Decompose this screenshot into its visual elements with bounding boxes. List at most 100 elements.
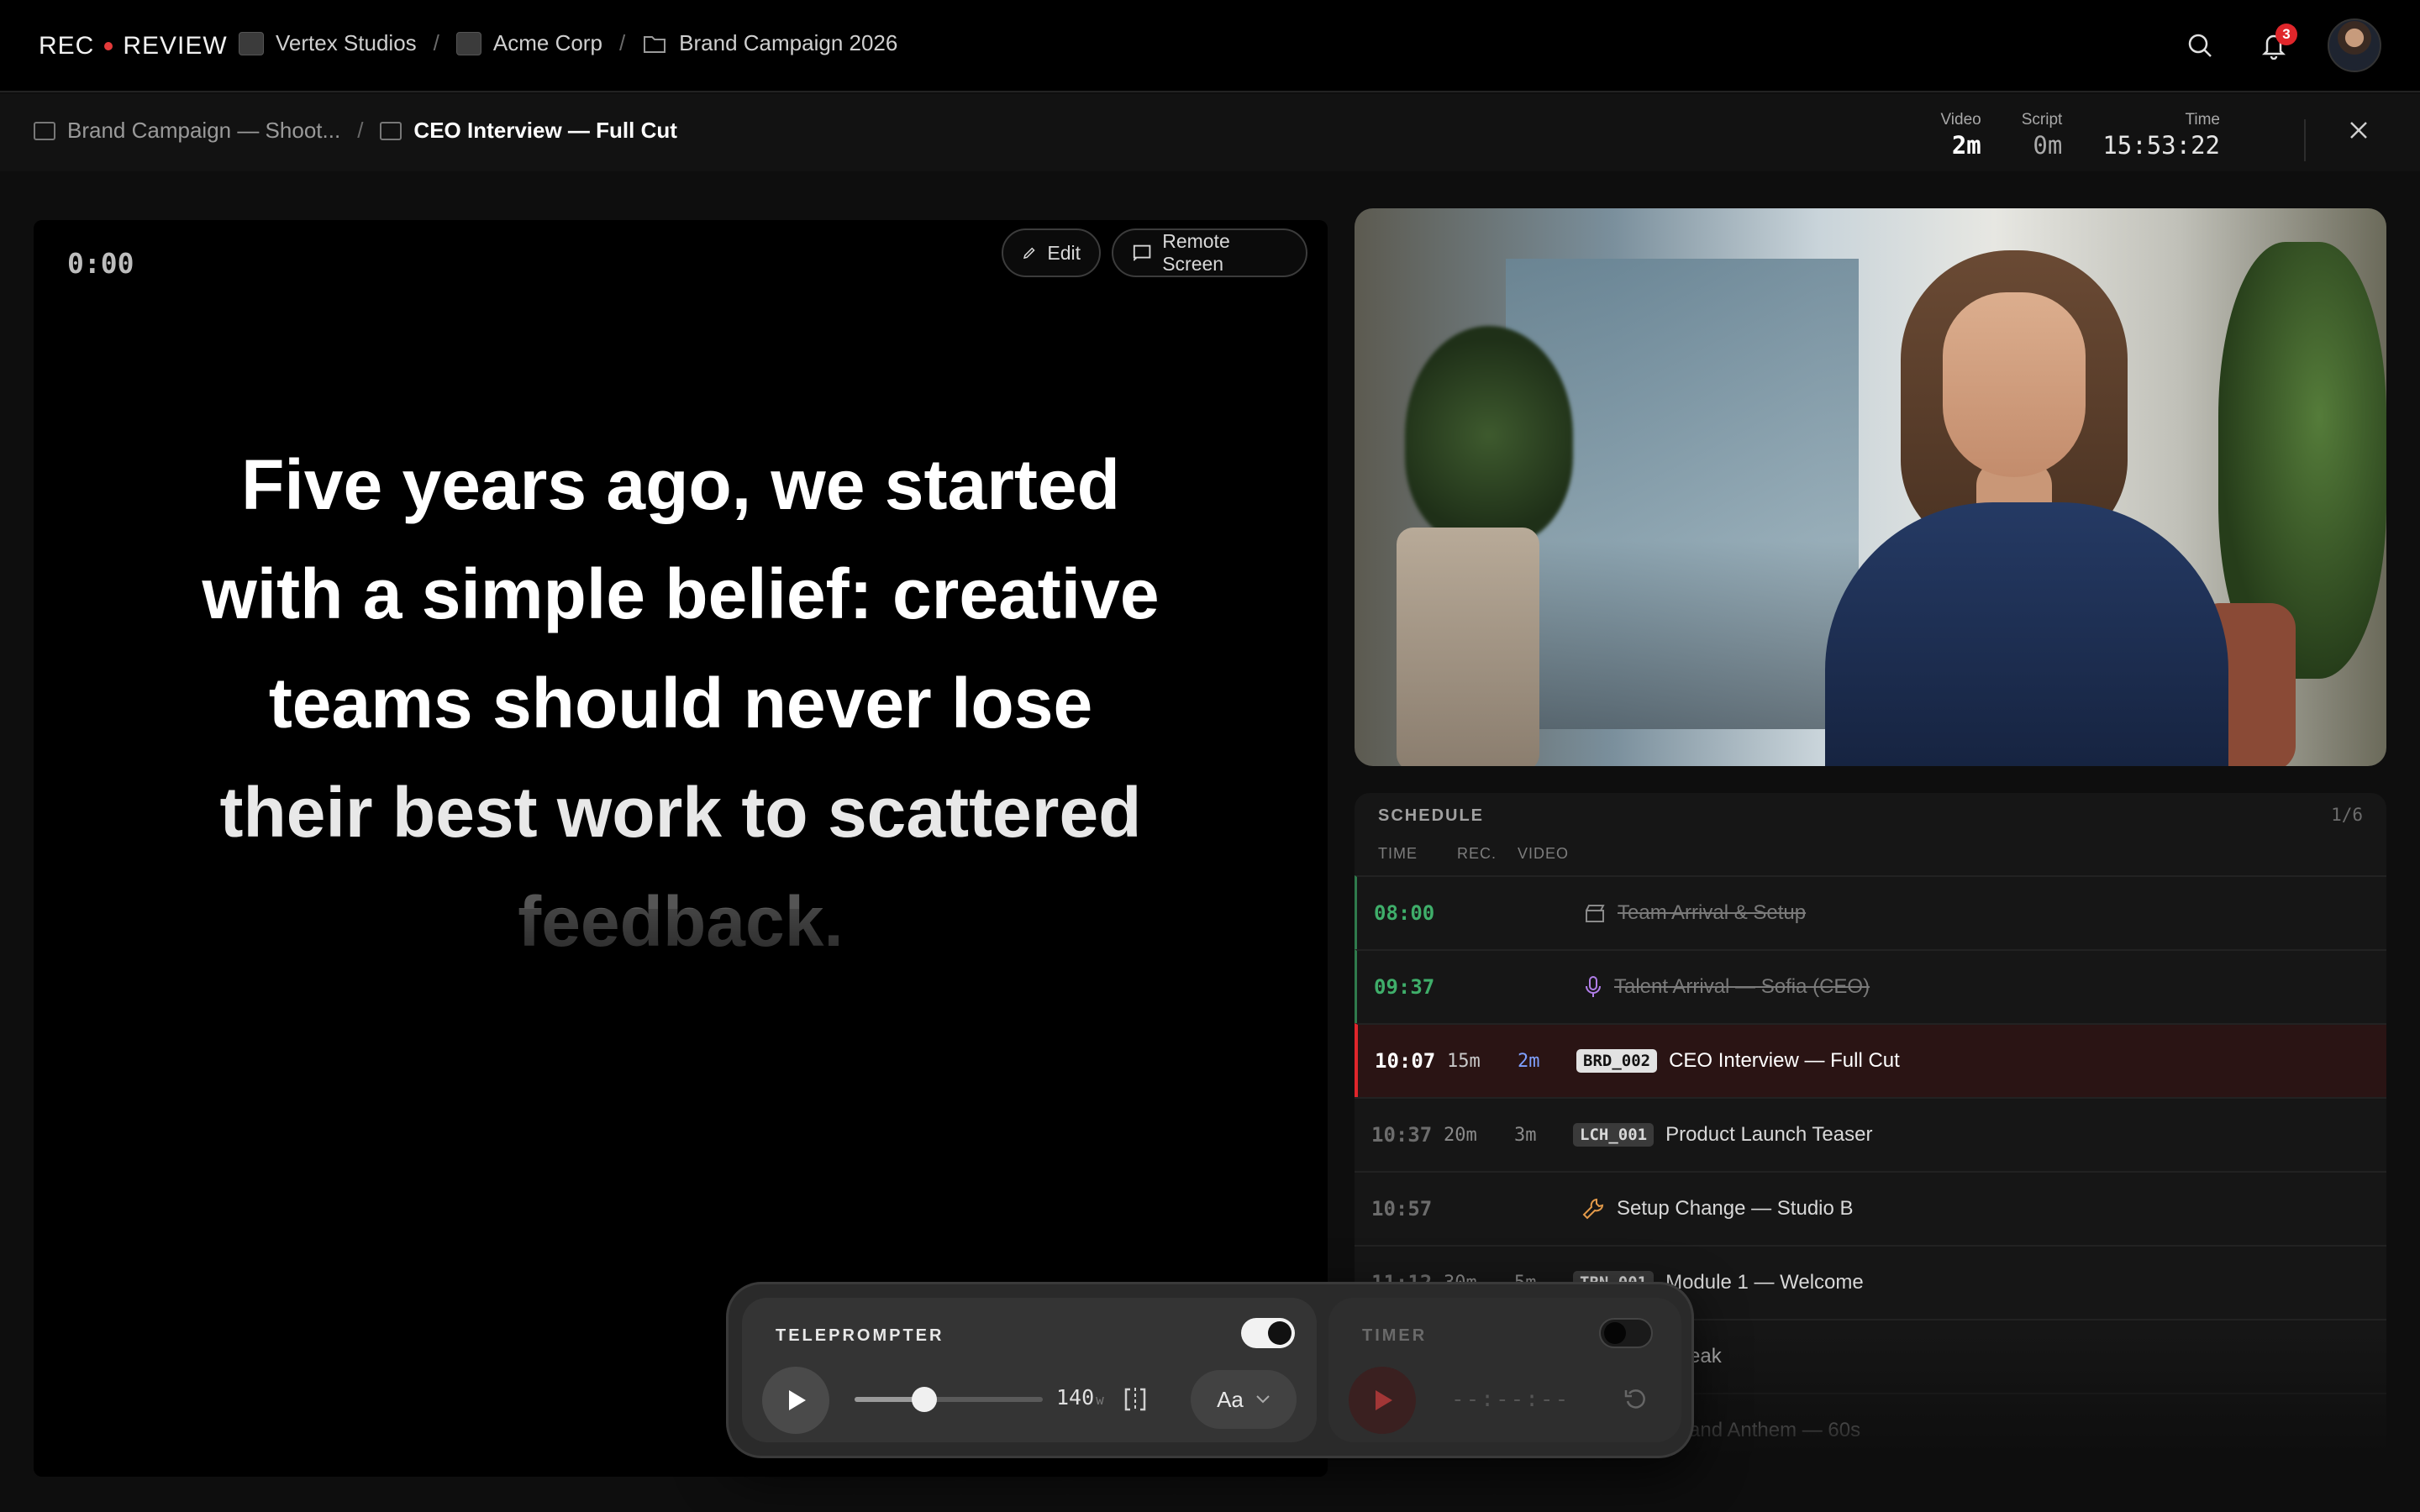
- control-dock: TELEPROMPTER 140 w Aa TIMER --:--:--: [726, 1282, 1694, 1458]
- column-video: VIDEO: [1518, 845, 1570, 862]
- app-logo[interactable]: REC REVIEW: [39, 32, 228, 60]
- schedule-row-time: 08:00: [1374, 901, 1435, 925]
- schedule-row[interactable]: 10:37 20m 3m LCH_001 Product Launch Teaser: [1355, 1097, 2386, 1171]
- schedule-title: SCHEDULE: [1378, 806, 1485, 825]
- schedule-row-time: 10:07: [1375, 1049, 1436, 1073]
- schedule-row-time: 10:37: [1371, 1123, 1433, 1147]
- font-settings-button[interactable]: Aa: [1191, 1370, 1297, 1429]
- close-icon[interactable]: [2346, 118, 2371, 147]
- sub-breadcrumb: Brand Campaign — Shoot... / CEO Intervie…: [34, 118, 677, 144]
- timer-controls: TIMER --:--:--: [1328, 1298, 1681, 1442]
- subject-face: [1943, 292, 2086, 477]
- script-line: teams should never lose: [268, 664, 1093, 743]
- script-text: Five years ago, we started with a simple…: [176, 430, 1185, 976]
- breadcrumb-workspace[interactable]: Vertex Studios: [239, 30, 417, 56]
- subject-body: [1825, 502, 2228, 766]
- page-title: CEO Interview — Full Cut: [413, 118, 677, 143]
- edit-button-label: Edit: [1047, 241, 1081, 264]
- teleprompter-title: TELEPROMPTER: [776, 1326, 944, 1345]
- teleprompter-toggle[interactable]: [1241, 1318, 1295, 1348]
- column-rec: REC.: [1457, 845, 1497, 862]
- top-bar: REC REVIEW Vertex Studios / Acme Corp / …: [0, 0, 2420, 92]
- breadcrumb-separator: /: [357, 118, 364, 143]
- schedule-page-indicator: 1/6: [2331, 805, 2363, 825]
- stat-script-label: Script: [2021, 111, 2063, 129]
- script-line: their best work to scattered: [219, 773, 1142, 852]
- chevron-down-icon: [1256, 1395, 1270, 1404]
- remote-screen-label: Remote Screen: [1162, 230, 1230, 275]
- monitor-icon: [380, 121, 402, 140]
- clapperboard-icon: [34, 121, 55, 140]
- schedule-row[interactable]: 10:07 15m 2m BRD_002 CEO Interview — Full Cu…: [1355, 1023, 2386, 1097]
- stat-video-label: Video: [1940, 111, 1981, 129]
- breadcrumb-project-label: Brand Campaign 2026: [679, 30, 898, 55]
- play-icon: [1376, 1390, 1392, 1410]
- stat-video-value: 2m: [1951, 131, 1981, 160]
- bell-icon[interactable]: 3: [2254, 24, 2297, 66]
- client-icon: [455, 31, 481, 55]
- stat-time-value: 15:53:22: [2102, 131, 2220, 160]
- schedule-row-name: Team Arrival & Setup: [1618, 901, 1807, 924]
- speed-slider[interactable]: [855, 1387, 1043, 1412]
- schedule-row-content: Setup Change — Studio B: [1573, 1197, 1854, 1221]
- schedule-row-name: Talent Arrival — Sofia (CEO): [1614, 975, 1870, 998]
- breadcrumb-project[interactable]: Brand Campaign 2026: [642, 30, 897, 56]
- breadcrumb-client[interactable]: Acme Corp: [455, 30, 602, 56]
- workspace-icon: [239, 31, 264, 55]
- sub-breadcrumb-parent[interactable]: Brand Campaign — Shoot...: [67, 118, 340, 144]
- schedule-row-name: Product Launch Teaser: [1665, 1123, 1873, 1146]
- stat-video: Video 2m: [1940, 111, 1981, 160]
- stat-script: Script 0m: [2022, 111, 2063, 160]
- schedule-row-rec: 15m: [1447, 1050, 1481, 1072]
- speed-slider-knob[interactable]: [911, 1387, 937, 1412]
- timer-start-button[interactable]: [1349, 1367, 1416, 1434]
- search-icon[interactable]: [2180, 25, 2220, 66]
- stat-time-label: Time: [2185, 111, 2220, 129]
- avatar[interactable]: [2328, 18, 2381, 72]
- schedule-row-content: BRD_002 CEO Interview — Full Cut: [1576, 1049, 1900, 1073]
- schedule-row[interactable]: 09:37 Talent Arrival — Sofia (CEO): [1355, 949, 2386, 1023]
- schedule-row-video: 3m: [1514, 1124, 1537, 1146]
- logo-text-rec: REC: [39, 32, 95, 60]
- reset-icon[interactable]: [1623, 1385, 1649, 1416]
- teleprompter-timecode: 0:00: [67, 247, 134, 280]
- script-line: Five years ago, we started: [241, 445, 1120, 524]
- stat-script-value: 0m: [2033, 131, 2063, 160]
- schedule-row-video: 2m: [1518, 1050, 1540, 1072]
- schedule-row[interactable]: 08:00 Team Arrival & Setup: [1355, 875, 2386, 949]
- pencil-icon: [1023, 247, 1035, 260]
- schedule-row-code: BRD_002: [1576, 1049, 1658, 1073]
- speed-value: 140: [1056, 1385, 1095, 1410]
- schedule-row-content: LCH_001 Product Launch Teaser: [1573, 1123, 1872, 1147]
- teleprompter-controls: TELEPROMPTER 140 w Aa: [742, 1298, 1317, 1442]
- play-button[interactable]: [762, 1367, 829, 1434]
- top-actions: 3: [2180, 18, 2381, 72]
- microphone-icon: [1584, 975, 1602, 999]
- wrench-icon: [1581, 1197, 1605, 1221]
- script-line: with a simple belief: creative: [202, 554, 1160, 633]
- stat-time: Time 15:53:22: [2102, 111, 2220, 160]
- duration-stats: Video 2m Script 0m Time 15:53:22: [1940, 111, 2220, 160]
- schedule-row-name: Brand Anthem — 60s: [1669, 1419, 1861, 1441]
- schedule-row-content: Talent Arrival — Sofia (CEO): [1576, 975, 1870, 999]
- schedule-row-content: Team Arrival & Setup: [1576, 901, 1806, 925]
- speed-unit: w: [1096, 1392, 1104, 1408]
- camera-preview[interactable]: [1355, 208, 2386, 766]
- timer-toggle[interactable]: [1599, 1318, 1653, 1348]
- timer-title: TIMER: [1362, 1326, 1428, 1345]
- breadcrumb-separator: /: [433, 30, 439, 55]
- notification-badge: 3: [2275, 24, 2297, 45]
- mirror-icon[interactable]: [1122, 1385, 1149, 1418]
- breadcrumb-workspace-label: Vertex Studios: [276, 30, 417, 55]
- remote-screen-button[interactable]: Remote Screen: [1112, 228, 1307, 277]
- schedule-row[interactable]: 10:57 Setup Change — Studio B: [1355, 1171, 2386, 1245]
- clapperboard-icon: [1584, 903, 1606, 923]
- schedule-row-time: 09:37: [1374, 975, 1435, 999]
- logo-text-review: REVIEW: [123, 32, 228, 60]
- breadcrumb-separator: /: [618, 30, 626, 55]
- sub-bar: Brand Campaign — Shoot... / CEO Intervie…: [0, 94, 2420, 171]
- script-fade: [34, 909, 1328, 1194]
- breadcrumb: Vertex Studios / Acme Corp / Brand Campa…: [239, 30, 897, 56]
- edit-button[interactable]: Edit: [1002, 228, 1101, 277]
- schedule-row-name: CEO Interview — Full Cut: [1669, 1049, 1900, 1072]
